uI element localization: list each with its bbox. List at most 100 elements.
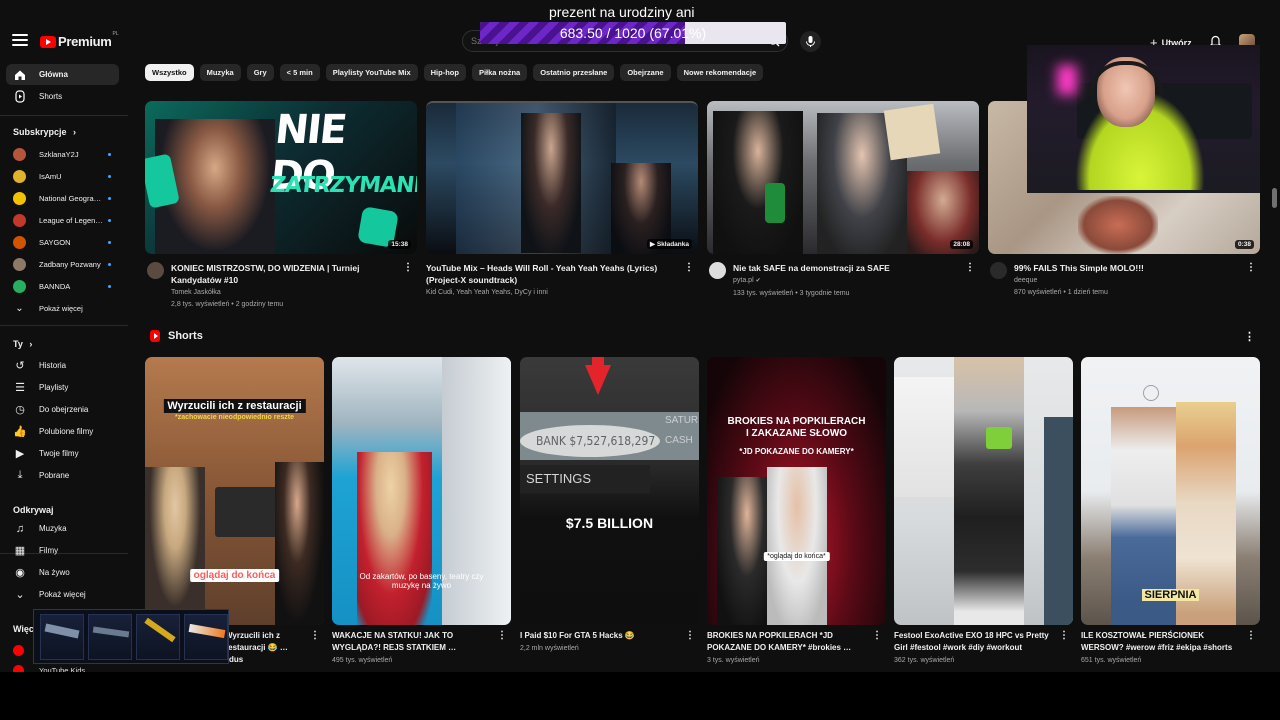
channel-avatar[interactable] (709, 262, 726, 279)
video-card[interactable]: 28:08 Nie tak SAFE na demonstracji za SA… (707, 101, 979, 299)
menu-icon[interactable] (12, 32, 28, 48)
filter-chip[interactable]: Gry (246, 64, 274, 81)
filter-chip[interactable]: Nowe rekomendacje (676, 64, 764, 81)
channel-name[interactable]: Kid Cudi, Yeah Yeah Yeahs, DyCy i inni (426, 287, 680, 298)
channel-name[interactable]: pyta.pl ✔ (733, 275, 961, 287)
subscriptions-heading[interactable]: Subskrypcje › (13, 127, 76, 137)
filter-chip[interactable]: Ostatnio przesłane (533, 64, 615, 81)
sidebar-item-music[interactable]: ♫ Muzyka (6, 518, 119, 539)
weapon-icon (188, 623, 226, 639)
more-options-icon[interactable]: ⋮ (1246, 630, 1256, 641)
short-title[interactable]: I Paid $10 For GTA 5 Hacks 😂 (520, 630, 683, 642)
subscription-label: League of Legen… (39, 215, 103, 225)
voice-search-button[interactable] (800, 31, 821, 52)
video-thumbnail[interactable]: ▶ Składanka (426, 101, 698, 254)
you-heading-text: Ty (13, 339, 23, 349)
more-options-icon[interactable]: ⋮ (685, 630, 695, 641)
channel-avatar[interactable] (147, 262, 164, 279)
channel-name[interactable]: Tomek Jaskółka (171, 287, 399, 298)
sidebar-item-thumb-up[interactable]: 👍 Polubione filmy (6, 421, 119, 442)
short-card[interactable]: SIERPNIA ILE KOSZTOWAŁ PIERŚCIONEK WERSO… (1081, 357, 1260, 664)
short-thumbnail[interactable]: Od zakartów, po baseny, teatry czy muzyk… (332, 357, 511, 625)
sidebar-subscription-item[interactable]: IsAmU (6, 166, 119, 186)
filter-chip[interactable]: Piłka nożna (471, 64, 528, 81)
clock-icon: ◷ (15, 404, 25, 416)
new-content-dot (108, 241, 111, 244)
more-options-icon[interactable]: ⋮ (310, 630, 320, 641)
sidebar-subscription-item[interactable]: SAYGON (6, 232, 119, 252)
video-title[interactable]: KONIEC MISTRZOSTW, DO WIDZENIA | Turniej… (171, 262, 399, 286)
sidebar-item-playlist[interactable]: ☰ Playlisty (6, 377, 119, 398)
filter-chip[interactable]: Wszystko (145, 64, 194, 81)
subscription-label: Zadbany Pozwany (39, 259, 101, 269)
sidebar-item-live[interactable]: ◉ Na żywo (6, 562, 119, 583)
video-title[interactable]: Nie tak SAFE na demonstracji za SAFE (733, 262, 961, 274)
subscription-label: SzklanaY2J (39, 149, 79, 159)
short-caption: oglądaj do końca (189, 569, 280, 582)
short-title[interactable]: Festool ExoActive EXO 18 HPC vs Pretty G… (894, 630, 1057, 654)
video-thumbnail[interactable]: NIE DO ZATRZYMANIA 15:38 (145, 101, 417, 254)
short-card[interactable]: Festool ExoActive EXO 18 HPC vs Pretty G… (894, 357, 1073, 664)
short-thumbnail[interactable]: BROKIES NA POPKILERACH I ZAKAZANE SŁOWO … (707, 357, 886, 625)
filter-chip[interactable]: Playlisty YouTube Mix (325, 64, 418, 81)
video-title[interactable]: 99% FAILS This Simple MOLO!!! (1014, 262, 1242, 274)
sidebar-item-download[interactable]: ⤓ Pobrane (6, 465, 119, 486)
more-options-icon[interactable]: ⋮ (872, 630, 882, 641)
explore-heading: Odkrywaj (13, 505, 54, 515)
more-options-icon[interactable]: ⋮ (965, 262, 975, 273)
page-scrollbar[interactable] (1272, 188, 1277, 208)
filter-chip[interactable]: Muzyka (199, 64, 241, 81)
short-thumbnail[interactable] (894, 357, 1073, 625)
short-card[interactable]: Od zakartów, po baseny, teatry czy muzyk… (332, 357, 511, 664)
filter-chip[interactable]: Hip-hop (423, 64, 466, 81)
channel-name[interactable]: deeque (1014, 275, 1242, 286)
short-title[interactable]: ILE KOSZTOWAŁ PIERŚCIONEK WERSOW? #werow… (1081, 630, 1244, 654)
sidebar-item-label: Twoje filmy (39, 449, 79, 458)
more-options-icon[interactable]: ⋮ (684, 262, 694, 273)
channel-avatar[interactable] (990, 262, 1007, 279)
filter-chip[interactable]: Obejrzane (620, 64, 671, 81)
donation-progress-bar: 683.50 / 1020 (67.01%) (480, 22, 786, 44)
video-thumbnail[interactable]: 28:08 (707, 101, 979, 254)
sidebar-item-clock[interactable]: ◷ Do obejrzenia (6, 399, 119, 420)
more-options-icon[interactable]: ⋮ (403, 262, 413, 273)
thumbnail-person (521, 113, 581, 253)
you-heading[interactable]: Ty › (13, 339, 32, 349)
sidebar-item-film[interactable]: ▦ Filmy (6, 540, 119, 561)
video-title[interactable]: YouTube Mix – Heads Will Roll - Yeah Yea… (426, 262, 680, 286)
video-card[interactable]: NIE DO ZATRZYMANIA 15:38 KONIEC MISTRZOS… (145, 101, 417, 310)
sidebar-subscription-item[interactable]: League of Legen… (6, 210, 119, 230)
youtube-logo[interactable]: Premium PL (40, 31, 119, 49)
shorts-more-options-icon[interactable]: ⋮ (1244, 330, 1255, 343)
video-card[interactable]: ▶ Składanka YouTube Mix – Heads Will Rol… (426, 101, 698, 298)
sidebar-subscription-item[interactable]: SzklanaY2J (6, 144, 119, 164)
short-card[interactable]: BROKIES NA POPKILERACH I ZAKAZANE SŁOWO … (707, 357, 886, 664)
sidebar-item-chevron-down[interactable]: ⌄ Pokaż więcej (6, 584, 119, 605)
sidebar-item-video[interactable]: ▶ Twoje filmy (6, 443, 119, 464)
more-options-icon[interactable]: ⋮ (497, 630, 507, 641)
sidebar-item-home[interactable]: Główna (6, 64, 119, 85)
streamer-webcam (1027, 45, 1260, 193)
inventory-slot (40, 614, 84, 660)
more-options-icon[interactable]: ⋮ (1059, 630, 1069, 641)
sidebar-subscription-item[interactable]: BANNDA (6, 276, 119, 296)
download-icon: ⤓ (17, 469, 23, 481)
channel-avatar (13, 235, 26, 249)
show-more-subscriptions[interactable]: ⌄ Pokaż więcej (6, 298, 119, 318)
short-card[interactable]: BANK $7,527,618,297 SATUR CASH SETTINGS … (520, 357, 699, 652)
sidebar-item-history[interactable]: ↺ Historia (6, 355, 119, 376)
sidebar-item-shorts[interactable]: Shorts (6, 86, 119, 107)
short-stats: 3 tys. wyświetleń (707, 657, 760, 664)
sidebar-item-label: Muzyka (39, 524, 67, 533)
filter-chip[interactable]: < 5 min (279, 64, 320, 81)
sidebar-subscription-item[interactable]: Zadbany Pozwany (6, 254, 119, 274)
more-options-icon[interactable]: ⋮ (1246, 262, 1256, 273)
sidebar-item-label: Główna (39, 70, 68, 79)
short-title[interactable]: BROKIES NA POPKILERACH *JD POKAZANE DO K… (707, 630, 870, 654)
thumbnail-person (145, 467, 205, 625)
short-title[interactable]: WAKACJE NA STATKU! JAK TO WYGLĄDA?! REJS… (332, 630, 495, 654)
short-thumbnail[interactable]: BANK $7,527,618,297 SATUR CASH SETTINGS … (520, 357, 699, 625)
sidebar-subscription-item[interactable]: National Geogra… (6, 188, 119, 208)
short-thumbnail[interactable]: Wyrzucili ich z restauracji *zachowacie … (145, 357, 324, 625)
short-thumbnail[interactable]: SIERPNIA (1081, 357, 1260, 625)
